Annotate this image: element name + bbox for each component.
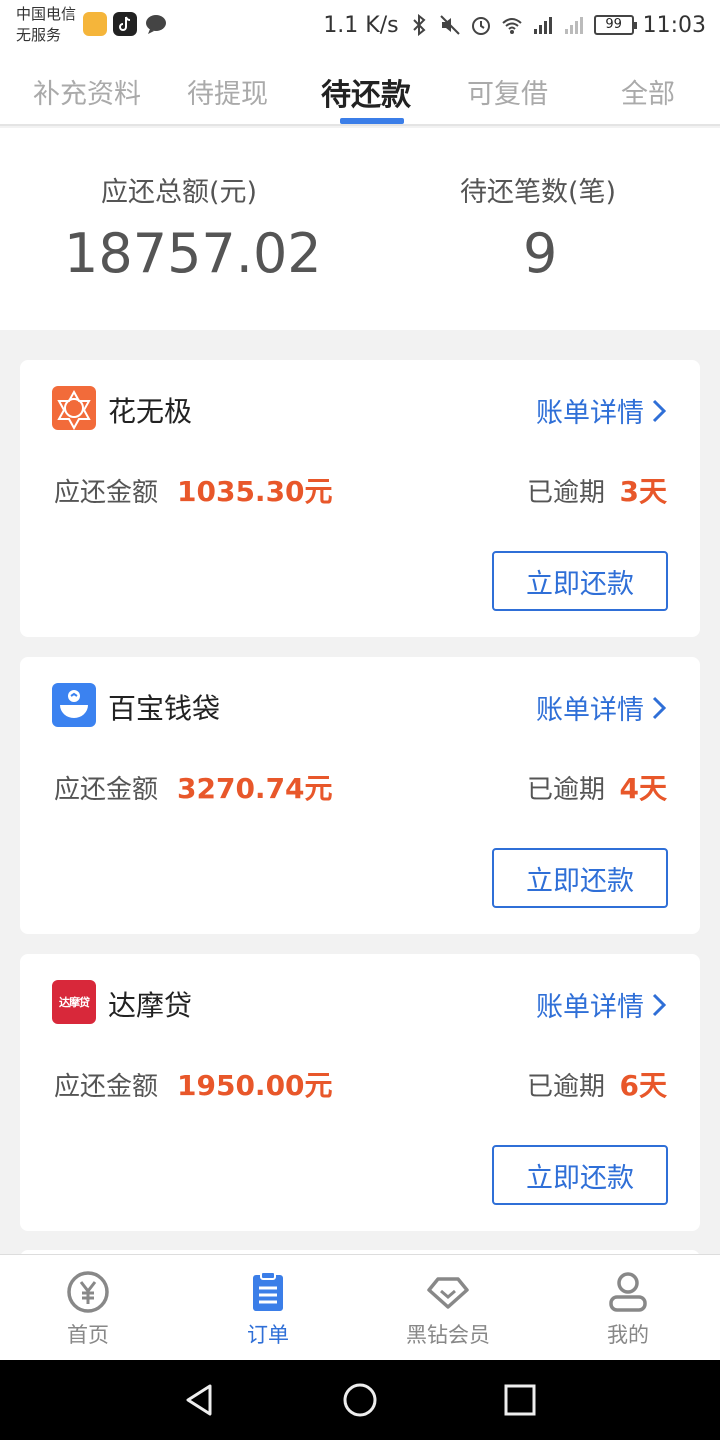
chevron-right-icon bbox=[652, 399, 666, 422]
service-status: 无服务 bbox=[16, 26, 62, 44]
bill-detail-label: 账单详情 bbox=[536, 695, 644, 726]
battery-icon: 99 bbox=[593, 15, 637, 35]
nav-orders[interactable]: 订单 bbox=[208, 1269, 328, 1349]
status-icons: 1.1 K/s 99 11:03 bbox=[323, 10, 706, 40]
nav-home-label: 首页 bbox=[67, 1323, 109, 1347]
status-bar: 中国电信 无服务 1.1 K/s 99 11:03 bbox=[0, 0, 720, 52]
pending-count-value: 9 bbox=[523, 222, 558, 285]
repay-now-button[interactable]: 立即还款 bbox=[492, 1145, 668, 1205]
overdue-label: 已逾期 bbox=[526, 775, 605, 805]
bottom-nav: 首页 订单 黑钻会员 我的 bbox=[0, 1254, 720, 1360]
home-icon[interactable] bbox=[340, 1380, 380, 1420]
mute-icon bbox=[439, 15, 460, 35]
active-tab-indicator bbox=[340, 118, 404, 124]
signal-no-service-icon bbox=[564, 17, 583, 34]
chevron-right-icon bbox=[652, 993, 666, 1016]
amount-due-value: 3270.74元 bbox=[177, 772, 333, 805]
bill-detail-label: 账单详情 bbox=[536, 992, 644, 1023]
nav-orders-label: 订单 bbox=[247, 1323, 289, 1347]
overdue-days: 3天 bbox=[619, 475, 667, 508]
bill-detail-link[interactable]: 账单详情 bbox=[536, 391, 666, 430]
clipboard-icon bbox=[253, 1271, 283, 1311]
product-name: 百宝钱袋 bbox=[108, 692, 221, 725]
flower-icon bbox=[52, 386, 96, 430]
system-nav-bar bbox=[0, 1360, 720, 1440]
repay-now-button[interactable]: 立即还款 bbox=[492, 551, 668, 611]
tab-reborrowable[interactable]: 可复借 bbox=[467, 72, 548, 111]
pending-count-label: 待还笔数(笔) bbox=[460, 177, 617, 208]
signal-4g-icon bbox=[533, 17, 552, 34]
nav-black-diamond[interactable]: 黑钻会员 bbox=[388, 1269, 508, 1349]
alarm-icon bbox=[471, 17, 490, 35]
chat-bubble-icon bbox=[144, 12, 168, 36]
clock: 11:03 bbox=[642, 12, 706, 38]
bill-detail-link[interactable]: 账单详情 bbox=[536, 688, 666, 727]
tab-pending-withdrawal[interactable]: 待提现 bbox=[187, 72, 268, 111]
nav-home[interactable]: 首页 bbox=[28, 1269, 148, 1349]
amount-due-label: 应还金额 bbox=[54, 1072, 159, 1102]
chevron-right-icon bbox=[652, 696, 666, 719]
back-icon[interactable] bbox=[180, 1380, 220, 1420]
nav-mine-label: 我的 bbox=[607, 1323, 649, 1347]
total-due-value: 18757.02 bbox=[64, 222, 322, 285]
overdue-label: 已逾期 bbox=[526, 478, 605, 508]
repay-now-button[interactable]: 立即还款 bbox=[492, 848, 668, 908]
overdue-days: 6天 bbox=[619, 1069, 667, 1102]
wifi-icon bbox=[501, 18, 522, 34]
total-due-label: 应还总额(元) bbox=[101, 177, 258, 208]
money-bag-icon bbox=[52, 683, 96, 727]
tab-all[interactable]: 全部 bbox=[621, 72, 675, 111]
loan-card: 花无极 账单详情 应还金额 1035.30元 已逾期 3天 立即还款 bbox=[20, 360, 700, 637]
nav-black-diamond-label: 黑钻会员 bbox=[406, 1323, 490, 1347]
damodai-logo: 达摩贷 bbox=[52, 980, 96, 1024]
carrier-info: 中国电信 无服务 bbox=[16, 4, 76, 46]
bluetooth-icon bbox=[412, 14, 426, 36]
overdue-days: 4天 bbox=[619, 772, 667, 805]
yuan-coin-icon bbox=[67, 1271, 109, 1313]
loan-card: 百宝钱袋 账单详情 应还金额 3270.74元 已逾期 4天 立即还款 bbox=[20, 657, 700, 934]
overdue-label: 已逾期 bbox=[526, 1072, 605, 1102]
tiktok-icon bbox=[113, 12, 137, 36]
loan-card: 达摩贷 达摩贷 账单详情 应还金额 1950.00元 已逾期 6天 立即还款 bbox=[20, 954, 700, 1231]
bill-detail-link[interactable]: 账单详情 bbox=[536, 985, 666, 1024]
app-notification-icon bbox=[83, 12, 107, 36]
amount-due-label: 应还金额 bbox=[54, 775, 159, 805]
nav-mine[interactable]: 我的 bbox=[568, 1269, 688, 1349]
amount-due-value: 1035.30元 bbox=[177, 475, 333, 508]
tab-pending-repayment[interactable]: 待还款 bbox=[321, 70, 411, 114]
order-tabs: 补充资料 待提现 待还款 可复借 全部 bbox=[0, 52, 720, 126]
amount-due-label: 应还金额 bbox=[54, 478, 159, 508]
logo-text: 达摩贷 bbox=[59, 996, 90, 1009]
repayment-summary: 应还总额(元) 18757.02 待还笔数(笔) 9 bbox=[0, 128, 720, 330]
person-icon bbox=[609, 1272, 647, 1312]
carrier-name: 中国电信 bbox=[16, 5, 77, 23]
amount-due-value: 1950.00元 bbox=[177, 1069, 333, 1102]
recent-apps-icon[interactable] bbox=[500, 1380, 540, 1420]
product-name: 花无极 bbox=[108, 395, 193, 428]
product-name: 达摩贷 bbox=[108, 989, 193, 1022]
net-speed: 1.1 K/s bbox=[323, 12, 399, 38]
bill-detail-label: 账单详情 bbox=[536, 398, 644, 429]
tab-supplement-info[interactable]: 补充资料 bbox=[33, 72, 141, 111]
diamond-icon bbox=[427, 1277, 469, 1309]
